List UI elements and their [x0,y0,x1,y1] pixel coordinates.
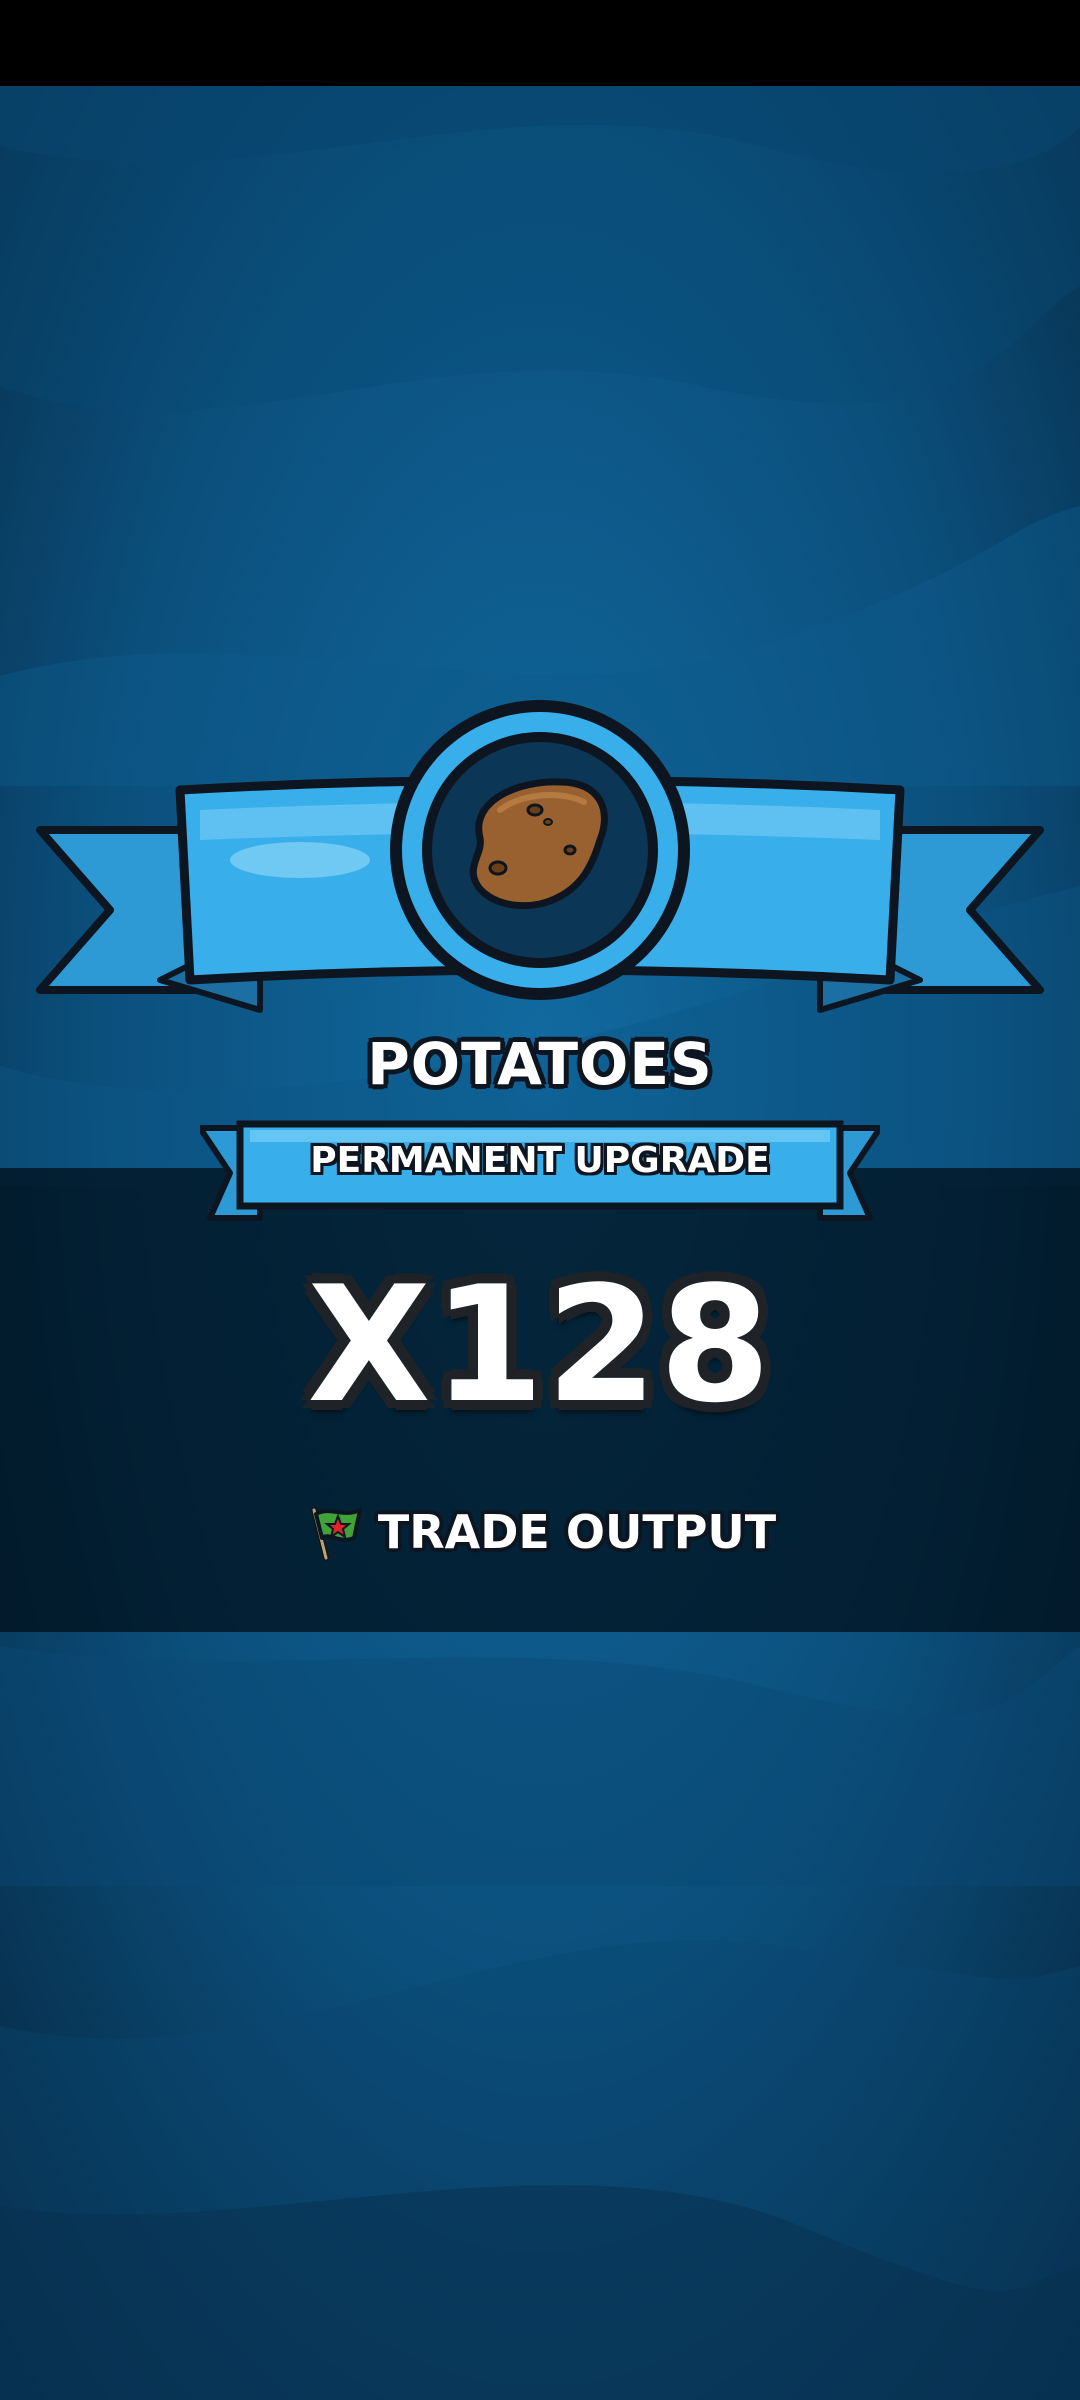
item-ribbon [0,690,1080,1050]
upgrade-type-label: PERMANENT UPGRADE [310,1140,770,1181]
bonus-row: TRADE OUTPUT [0,1500,1080,1564]
status-bar [0,0,1080,86]
bonus-label: TRADE OUTPUT [377,1505,777,1559]
multiplier-value: X128 [307,1251,773,1438]
item-name: POTATOES [367,1030,713,1098]
flag-icon [310,1507,362,1561]
